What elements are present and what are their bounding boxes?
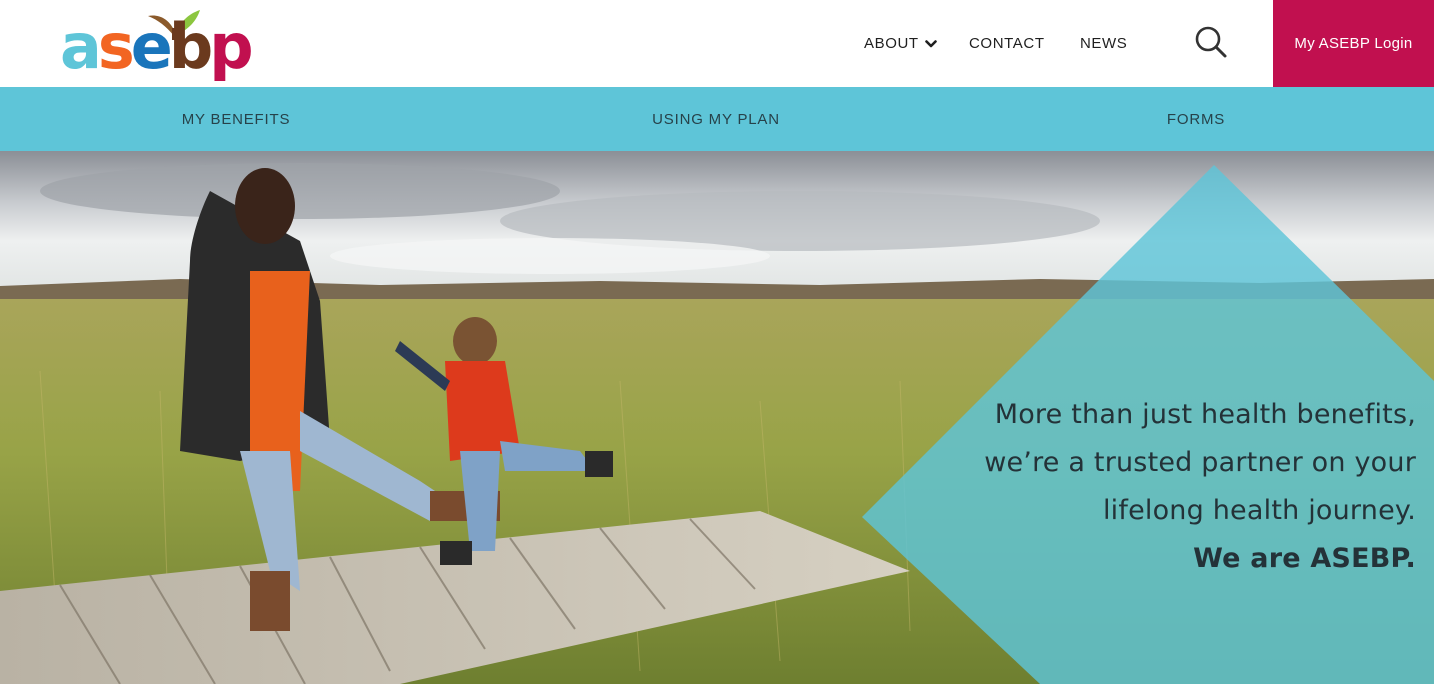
sub-navigation: MY BENEFITS USING MY PLAN FORMS: [0, 87, 1434, 151]
logo-letter: s: [97, 10, 135, 83]
asebp-logo[interactable]: a s e b p: [60, 6, 254, 80]
nav-news[interactable]: NEWS: [1080, 35, 1127, 52]
chevron-down-icon: [924, 39, 937, 47]
subnav-my-benefits[interactable]: MY BENEFITS: [0, 87, 472, 151]
tagline-line: lifelong health journey.: [1102, 495, 1416, 526]
subnav-forms[interactable]: FORMS: [960, 87, 1432, 151]
nav-about-label: ABOUT: [864, 35, 919, 52]
hero-banner: More than just health benefits, we’re a …: [0, 151, 1434, 684]
logo-letter: b: [168, 10, 213, 83]
nav-about[interactable]: ABOUT: [864, 35, 937, 52]
logo-letter: a: [60, 10, 102, 83]
logo-wordmark: a s e b p: [60, 10, 254, 83]
hero-tagline: More than just health benefits, we’re a …: [984, 391, 1416, 583]
nav-contact[interactable]: CONTACT: [969, 35, 1045, 52]
subnav-using-my-plan[interactable]: USING MY PLAN: [480, 87, 952, 151]
logo-letter: p: [209, 10, 253, 83]
tagline-line-strong: We are ASEBP.: [1193, 543, 1416, 574]
site-header: a s e b p ABOUT CONTACT NEWS My ASEBP Lo…: [0, 0, 1434, 87]
tagline-line: More than just health benefits,: [994, 399, 1416, 430]
search-icon[interactable]: [1193, 24, 1229, 60]
logo-letter: e: [130, 10, 173, 83]
tagline-line: we’re a trusted partner on your: [984, 447, 1416, 478]
login-button[interactable]: My ASEBP Login: [1273, 0, 1434, 87]
